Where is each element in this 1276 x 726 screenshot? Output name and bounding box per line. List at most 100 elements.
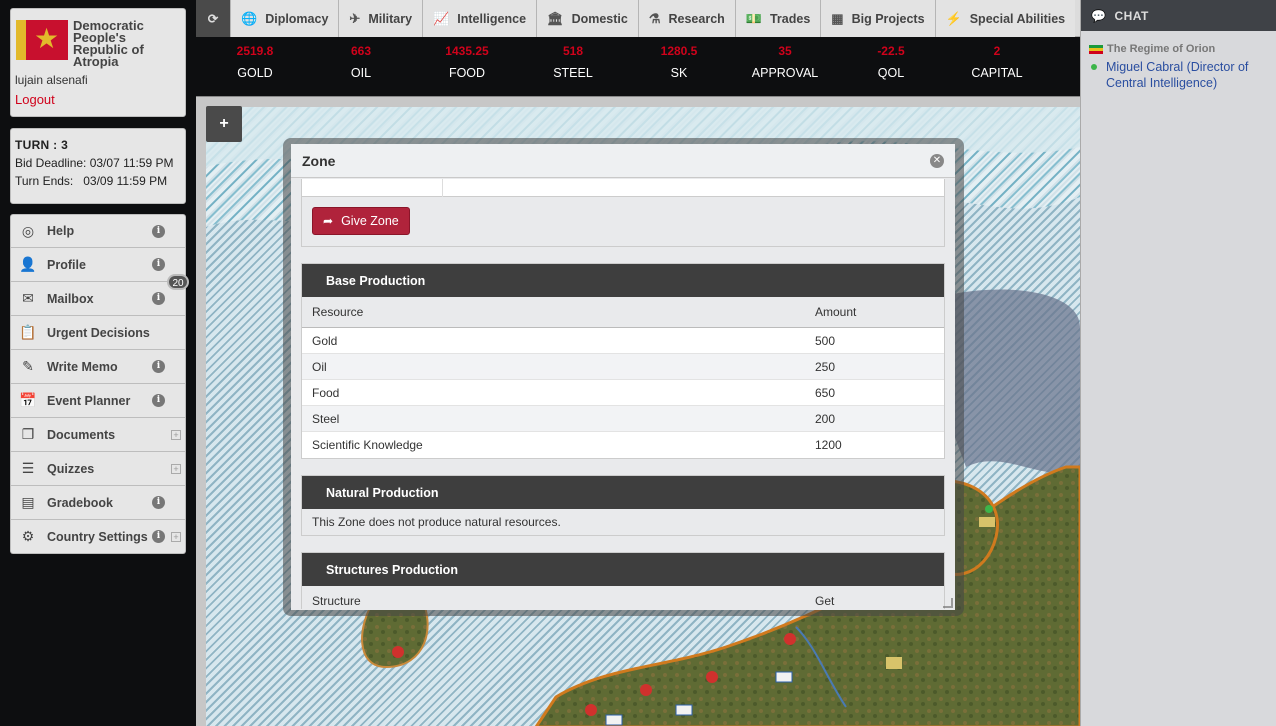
menu-item-quizzes[interactable]: ☰ Quizzes + bbox=[10, 452, 186, 486]
panel-title: Structures Production bbox=[302, 553, 944, 586]
menu-item-help[interactable]: ◎ Help i bbox=[10, 214, 186, 248]
tab-diplomacy[interactable]: 🌐 Diplomacy bbox=[231, 0, 340, 37]
stat-label: APPROVAL bbox=[751, 66, 819, 80]
stat-qol: -22.5 QOL bbox=[838, 37, 944, 80]
resource-stats: 2519.8 GOLD 663 OIL 1435.25 FOOD 518 STEEL 1… bbox=[196, 37, 1080, 80]
tab-trades[interactable]: 💵 Trades bbox=[735, 0, 822, 37]
table-row: Scientific Knowledge 1200 bbox=[302, 432, 944, 458]
tab-special-abilities[interactable]: ⚡ Special Abilities bbox=[935, 0, 1076, 37]
stat-label: STEEL bbox=[553, 66, 593, 80]
plane-icon: ✈ bbox=[349, 10, 361, 26]
info-icon[interactable]: i bbox=[152, 394, 165, 407]
chat-header[interactable]: 💬 CHAT bbox=[1081, 0, 1276, 31]
turn-ends: Turn Ends: 03/09 11:59 PM bbox=[15, 174, 168, 188]
stat-value: 1280.5 bbox=[660, 44, 698, 58]
info-icon[interactable]: i bbox=[152, 225, 165, 238]
tab-label: Big Projects bbox=[851, 11, 925, 26]
menu-item-profile[interactable]: 👤 Profile i bbox=[10, 248, 186, 282]
tab-big-projects[interactable]: ▦ Big Projects bbox=[821, 0, 936, 37]
cell-amount: 500 bbox=[815, 333, 836, 348]
structures-production-panel: Structures Production Structure Get bbox=[301, 552, 945, 609]
menu-label: Help bbox=[47, 224, 75, 238]
table-header: Resource Amount bbox=[302, 297, 944, 328]
map-zoom-in-button[interactable]: + bbox=[206, 106, 242, 142]
stat-label: GOLD bbox=[237, 66, 273, 80]
tab-label: Military bbox=[368, 11, 413, 26]
stat-value: 35 bbox=[778, 44, 792, 58]
cell-amount: 1200 bbox=[815, 438, 842, 452]
give-zone-button[interactable]: ➦ Give Zone bbox=[312, 207, 410, 235]
side-menu: ◎ Help i 👤 Profile i ✉ Mailbox i 20 📋 Ur… bbox=[10, 214, 189, 554]
stat-value: 2519.8 bbox=[236, 44, 274, 58]
info-icon[interactable]: i bbox=[152, 258, 165, 271]
table-row: Gold 500 bbox=[302, 328, 944, 354]
refresh-icon: ⟳ bbox=[207, 12, 219, 26]
menu-label: Event Planner bbox=[47, 393, 131, 408]
table-row: Oil 250 bbox=[302, 354, 944, 380]
menu-label: Profile bbox=[47, 257, 86, 272]
menu-item-gradebook[interactable]: ▤ Gradebook i bbox=[10, 486, 186, 520]
menu-item-write-memo[interactable]: ✎ Write Memo i bbox=[10, 350, 186, 384]
cell-amount: 250 bbox=[815, 359, 836, 374]
documents-icon: ❐ bbox=[21, 426, 35, 442]
menu-label: Urgent Decisions bbox=[47, 325, 150, 340]
group-flag-icon bbox=[1089, 44, 1103, 54]
tab-military[interactable]: ✈ Military bbox=[339, 0, 424, 37]
cell-resource: Gold bbox=[312, 333, 338, 348]
turn-number: TURN : 3 bbox=[15, 138, 69, 152]
chat-group-name: The Regime of Orion bbox=[1107, 43, 1216, 55]
tab-research[interactable]: ⚗ Research bbox=[638, 0, 736, 37]
stat-capital: 2 CAPITAL bbox=[944, 37, 1050, 80]
tab-intelligence[interactable]: 📈 Intelligence bbox=[423, 0, 538, 37]
menu-label: Mailbox bbox=[47, 291, 94, 306]
share-arrow-icon: ➦ bbox=[323, 214, 334, 228]
turn-info: TURN : 3 Bid Deadline: 03/07 11:59 PM Tu… bbox=[10, 128, 186, 204]
give-zone-section: ➦ Give Zone bbox=[301, 197, 945, 247]
menu-item-urgent-decisions[interactable]: 📋 Urgent Decisions bbox=[10, 316, 186, 350]
zone-modal-dialog: Zone ✕ ➦ Give Zone Base Production Resou… bbox=[291, 144, 955, 610]
lifebuoy-icon: ◎ bbox=[21, 222, 35, 239]
modal-body[interactable]: ➦ Give Zone Base Production Resource Amo… bbox=[301, 179, 945, 609]
tab-label: Intelligence bbox=[457, 11, 527, 26]
country-flag: ★ bbox=[16, 20, 68, 60]
stat-label: QOL bbox=[877, 66, 905, 80]
envelope-icon: ✉ bbox=[22, 290, 34, 306]
info-icon[interactable]: i bbox=[152, 530, 165, 543]
menu-item-documents[interactable]: ❐ Documents + bbox=[10, 418, 186, 452]
stat-label: SK bbox=[670, 66, 688, 80]
left-sidebar: ★ Democratic People's Republic of Atropi… bbox=[0, 0, 196, 726]
stat-value: 518 bbox=[562, 44, 584, 58]
refresh-button[interactable]: ⟳ bbox=[196, 0, 231, 37]
stat-value: 663 bbox=[350, 44, 372, 58]
stat-steel: 518 STEEL bbox=[520, 37, 626, 80]
resize-handle[interactable] bbox=[943, 598, 953, 608]
menu-item-mailbox[interactable]: ✉ Mailbox i 20 bbox=[10, 274, 189, 316]
money-icon: 💵 bbox=[745, 10, 762, 26]
column-header-resource: Resource bbox=[312, 305, 364, 319]
info-icon[interactable]: i bbox=[152, 292, 165, 305]
tab-label: Domestic bbox=[571, 11, 628, 26]
country-card: ★ Democratic People's Republic of Atropi… bbox=[10, 8, 186, 117]
country-name: Democratic People's Republic of Atropia bbox=[73, 18, 144, 69]
chat-member[interactable]: Miguel Cabral (Director of Central Intel… bbox=[1091, 59, 1276, 91]
chat-group: The Regime of Orion bbox=[1089, 43, 1276, 55]
cell-resource: Oil bbox=[312, 359, 327, 374]
building-icon: 🏛 bbox=[547, 10, 564, 26]
stat-value: 1435.25 bbox=[445, 44, 489, 58]
expand-icon[interactable]: + bbox=[171, 532, 181, 542]
logout-link[interactable]: Logout bbox=[15, 92, 55, 107]
top-nav: ⟳ 🌐 Diplomacy ✈ Military 📈 Intelligence 🏛 Do… bbox=[196, 0, 1080, 96]
info-icon[interactable]: i bbox=[152, 496, 165, 509]
main-tabs: ⟳ 🌐 Diplomacy ✈ Military 📈 Intelligence 🏛 Do… bbox=[196, 0, 1080, 37]
menu-item-event-planner[interactable]: 📅 Event Planner i bbox=[10, 384, 186, 418]
menu-item-country-settings[interactable]: ⚙ Country Settings i + bbox=[10, 520, 186, 554]
expand-icon[interactable]: + bbox=[171, 430, 181, 440]
info-icon[interactable]: i bbox=[152, 360, 165, 373]
tab-domestic[interactable]: 🏛 Domestic bbox=[537, 0, 639, 37]
edit-icon: ✎ bbox=[22, 358, 34, 374]
expand-icon[interactable]: + bbox=[171, 464, 181, 474]
flask-icon: ⚗ bbox=[648, 10, 661, 26]
column-header-get: Get bbox=[815, 594, 835, 608]
cell-resource: Steel bbox=[312, 411, 340, 426]
close-icon[interactable]: ✕ bbox=[930, 154, 944, 168]
